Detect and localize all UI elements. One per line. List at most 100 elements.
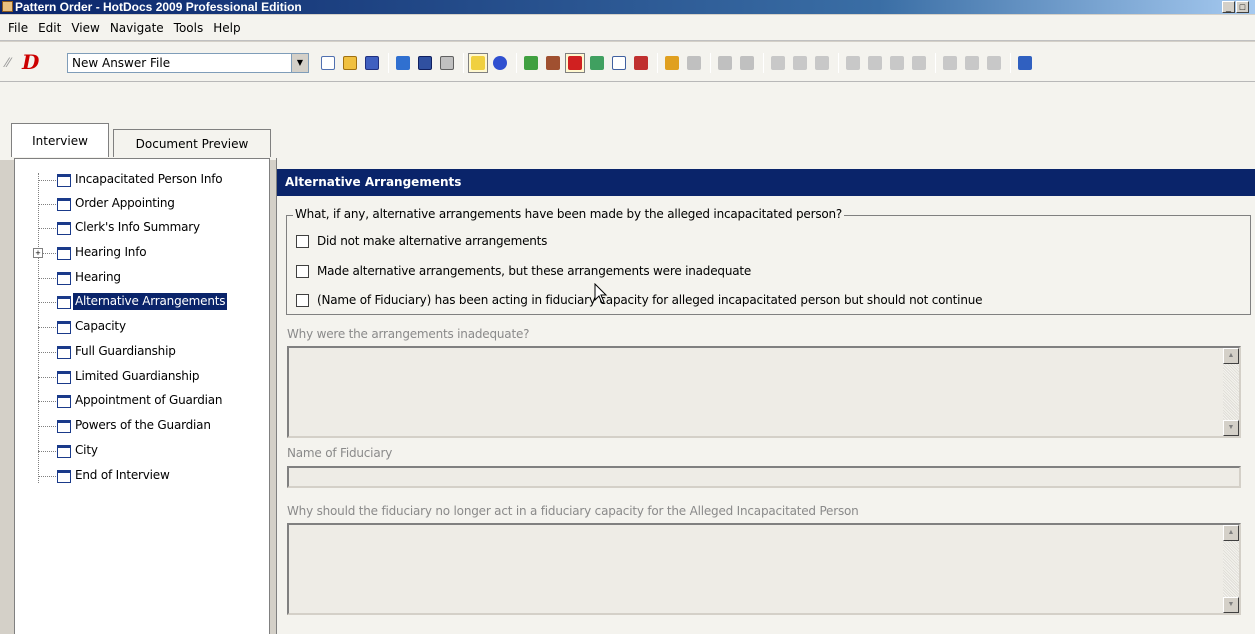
inadequate-textarea[interactable]: ▲ ▼: [287, 346, 1241, 438]
interview-outline-tree: Incapacitated Person Info Order Appointi…: [14, 158, 270, 634]
tab-strip: Interview Document Preview: [0, 82, 1255, 160]
menu-tools[interactable]: Tools: [170, 21, 210, 35]
dialog-icon: [57, 222, 71, 235]
scroll-up-icon[interactable]: ▲: [1223, 348, 1239, 364]
dialog-icon: [57, 321, 71, 334]
help-icon[interactable]: [490, 53, 510, 73]
tab-interview[interactable]: Interview: [11, 123, 109, 157]
dialog-icon: [57, 346, 71, 359]
window-title: Pattern Order - HotDocs 2009 Professiona…: [15, 0, 302, 14]
option-inadequate-arrangements[interactable]: Made alternative arrangements, but these…: [296, 262, 751, 280]
tree-item-label: Clerk's Info Summary: [75, 220, 200, 234]
scroll-down-icon[interactable]: ▼: [1223, 420, 1239, 436]
indent-icon[interactable]: [843, 53, 863, 73]
print-icon[interactable]: [437, 53, 457, 73]
scroll-down-icon[interactable]: ▼: [1223, 597, 1239, 613]
app-icon: [2, 1, 13, 12]
mouse-cursor-icon: [594, 283, 608, 304]
checkbox-label: Did not make alternative arrangements: [317, 234, 548, 248]
tab-document-preview[interactable]: Document Preview: [113, 129, 271, 157]
group-question: What, if any, alternative arrangements h…: [293, 207, 845, 221]
checkbox[interactable]: [296, 264, 309, 278]
copy-icon[interactable]: [790, 53, 810, 73]
no-longer-act-textarea[interactable]: ▲ ▼: [287, 523, 1241, 615]
scrollbar[interactable]: ▲ ▼: [1223, 525, 1239, 613]
tree-item-label: Hearing Info: [75, 245, 147, 259]
tree-item-label: Limited Guardianship: [75, 369, 200, 383]
minimize-button[interactable]: _: [1222, 1, 1235, 13]
open-answer-icon[interactable]: [340, 53, 360, 73]
answer-file-value: New Answer File: [72, 56, 171, 70]
scrollbar[interactable]: ▲ ▼: [1223, 348, 1239, 436]
hotdocs-logo-icon: D: [22, 50, 40, 74]
stop-icon[interactable]: [565, 53, 585, 73]
dialog-title: Alternative Arrangements: [277, 169, 1255, 196]
move-down-icon[interactable]: [909, 53, 929, 73]
dialog-icon: [57, 445, 71, 458]
menu-view[interactable]: View: [67, 21, 105, 35]
spell-check-icon[interactable]: [521, 53, 541, 73]
tree-item-label: Order Appointing: [75, 196, 175, 210]
checkbox[interactable]: [296, 234, 309, 248]
link-icon[interactable]: [543, 53, 563, 73]
dialog-icon: [57, 420, 71, 433]
checkbox-label: Made alternative arrangements, but these…: [317, 264, 752, 278]
menu-help[interactable]: Help: [209, 21, 246, 35]
dialog-icon: [57, 272, 71, 285]
new-document-icon[interactable]: [318, 53, 338, 73]
undo-icon[interactable]: [715, 53, 735, 73]
paste-icon[interactable]: [812, 53, 832, 73]
sort-icon[interactable]: [940, 53, 960, 73]
flag-icon[interactable]: [631, 53, 651, 73]
tree-item-label: Hearing: [75, 270, 121, 284]
expand-icon[interactable]: +: [33, 248, 43, 258]
dialog-icon: [57, 198, 71, 211]
exit-icon[interactable]: [1015, 53, 1035, 73]
menu-edit[interactable]: Edit: [34, 21, 67, 35]
tree-item-label: Full Guardianship: [75, 344, 176, 358]
no-longer-act-label: Why should the fiduciary no longer act i…: [287, 504, 859, 518]
tree-item-label: End of Interview: [75, 468, 170, 482]
cut-icon[interactable]: [768, 53, 788, 73]
menu-navigate[interactable]: Navigate: [106, 21, 170, 35]
option-fiduciary-acting[interactable]: (Name of Fiduciary) has been acting in f…: [296, 291, 983, 309]
highlight-icon[interactable]: [662, 53, 682, 73]
tree-item-label: Incapacitated Person Info: [75, 172, 223, 186]
menu-bar: File Edit View Navigate Tools Help: [0, 15, 1255, 41]
underline-icon[interactable]: [984, 53, 1004, 73]
outdent-icon[interactable]: [865, 53, 885, 73]
inadequate-label: Why were the arrangements inadequate?: [287, 327, 530, 341]
dialog-icon: [57, 395, 71, 408]
chevron-down-icon[interactable]: ▼: [291, 54, 308, 72]
checkbox-label: (Name of Fiduciary) has been acting in f…: [317, 293, 983, 307]
dialog-icon: [57, 371, 71, 384]
grid-icon[interactable]: [587, 53, 607, 73]
edit-icon[interactable]: [962, 53, 982, 73]
tree-item-label: Powers of the Guardian: [75, 418, 211, 432]
next-icon[interactable]: [393, 53, 413, 73]
dialog-icon: [57, 247, 71, 260]
arrangements-group: What, if any, alternative arrangements h…: [286, 207, 1251, 315]
toolbar: ⁄⁄ D New Answer File ▼: [0, 42, 1255, 82]
edit-answer-icon[interactable]: [362, 53, 382, 73]
redo-icon[interactable]: [737, 53, 757, 73]
maximize-button[interactable]: □: [1236, 1, 1249, 13]
tree-item-label: Appointment of Guardian: [75, 393, 223, 407]
answer-file-select[interactable]: New Answer File ▼: [67, 53, 309, 73]
checkbox[interactable]: [296, 293, 309, 307]
fiduciary-name-label: Name of Fiduciary: [287, 446, 393, 460]
erase-icon[interactable]: [684, 53, 704, 73]
fiduciary-name-field[interactable]: [287, 466, 1241, 488]
toolbar-grip-icon[interactable]: ⁄⁄: [6, 54, 18, 70]
option-no-arrangements[interactable]: Did not make alternative arrangements: [296, 232, 547, 250]
interview-icon[interactable]: [468, 53, 488, 73]
move-up-icon[interactable]: [887, 53, 907, 73]
save-icon[interactable]: [415, 53, 435, 73]
tree-item-label: Alternative Arrangements: [73, 293, 228, 310]
tree-item-label: City: [75, 443, 98, 457]
checklist-icon[interactable]: [609, 53, 629, 73]
title-bar: Pattern Order - HotDocs 2009 Professiona…: [0, 0, 1255, 14]
scroll-up-icon[interactable]: ▲: [1223, 525, 1239, 541]
menu-file[interactable]: File: [4, 21, 34, 35]
dialog-icon: [57, 296, 71, 309]
